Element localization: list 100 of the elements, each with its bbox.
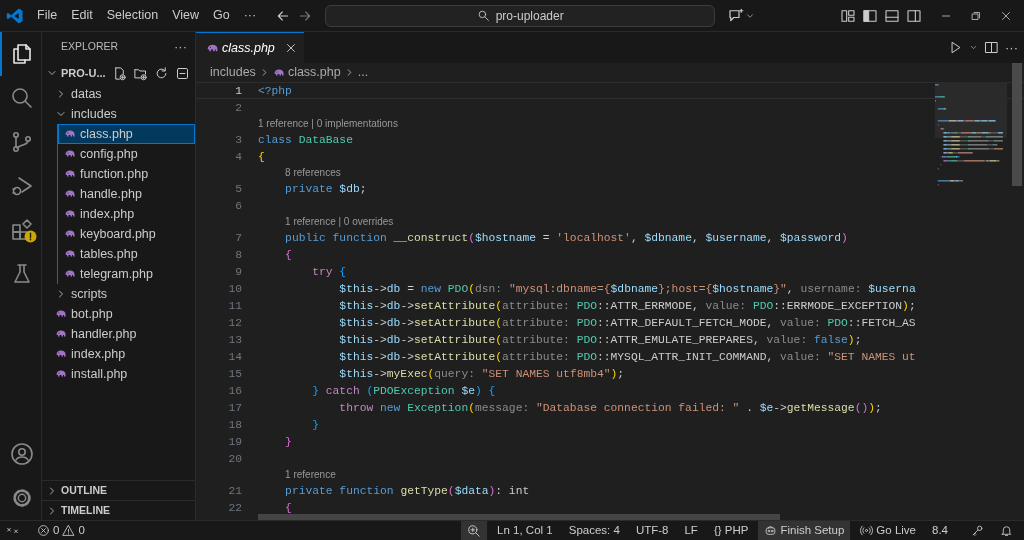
close-icon[interactable] <box>1000 9 1012 22</box>
section-header[interactable]: OUTLINE <box>42 480 195 500</box>
tree-item[interactable]: scripts <box>42 284 195 304</box>
play-bug-icon <box>10 174 34 198</box>
code-line: public function __construct($hostname = 'localhost', $dbname, $username, $password) <box>284 231 848 245</box>
code-line: class DataBase <box>258 133 353 147</box>
breadcrumb[interactable]: ... <box>357 63 369 82</box>
line-number: 5 <box>234 182 242 196</box>
warning-icon <box>62 524 76 537</box>
tree-item[interactable]: config.php <box>58 144 195 164</box>
elephant-icon <box>55 308 67 320</box>
branch-icon <box>10 130 34 154</box>
tree-item[interactable]: bot.php <box>42 304 195 324</box>
line-number: 10 <box>227 282 242 296</box>
status-item[interactable]: Finish Setup <box>758 521 851 540</box>
warning-badge-icon <box>24 230 37 243</box>
tree-item[interactable]: handler.php <box>42 324 195 344</box>
line-number: 20 <box>227 452 242 466</box>
collapse-all-icon[interactable] <box>174 65 190 81</box>
code-lens[interactable]: 1 reference <box>285 469 336 480</box>
elephant-icon <box>64 208 76 220</box>
code-lens[interactable]: 1 reference | 0 implementations <box>258 118 398 129</box>
code-line: { <box>284 501 292 515</box>
status-item[interactable]: {} PHP <box>707 521 755 540</box>
elephant-icon <box>55 348 67 360</box>
line-number: 9 <box>234 265 242 279</box>
line-number: 19 <box>227 435 242 449</box>
scrollbar-thumb[interactable] <box>258 514 780 520</box>
status-item[interactable]: UTF-8 <box>629 521 675 540</box>
status-item[interactable]: 8.4 <box>926 521 954 540</box>
tree-item[interactable]: function.php <box>58 164 195 184</box>
code-line: { <box>258 150 265 164</box>
sidebar-title: EXPLORER <box>61 39 119 55</box>
restore-icon[interactable] <box>970 9 982 22</box>
key-icon <box>971 524 984 537</box>
breadcrumb[interactable]: class.php <box>272 63 341 82</box>
status-item[interactable]: Ln 1, Col 1 <box>491 521 559 540</box>
code-line: $this->db->setAttribute(attribute: PDO::ATTR_ERRMODE, value: PDO::ERRMODE_EXCEPTION); <box>338 299 916 313</box>
code-lens[interactable]: 8 references <box>285 167 341 178</box>
sidebar-toggle-icon[interactable] <box>862 7 878 24</box>
elephant-icon <box>64 248 76 260</box>
line-number: 6 <box>234 199 242 213</box>
zoom-in-icon <box>467 523 482 538</box>
menu-item[interactable]: File <box>30 4 65 27</box>
menu-item[interactable]: View <box>165 4 206 27</box>
code-lens[interactable]: 1 reference | 0 overrides <box>285 216 394 227</box>
line-number: 8 <box>234 248 242 262</box>
search-icon <box>10 86 34 110</box>
editor-tab[interactable]: class.php <box>196 32 304 63</box>
line-number: 12 <box>227 316 242 330</box>
line-number: 4 <box>234 150 242 164</box>
more-button[interactable]: ··· <box>1005 37 1018 58</box>
menu-item[interactable]: Edit <box>64 4 100 27</box>
elephant-icon <box>64 168 76 180</box>
tree-item[interactable]: class.php <box>58 124 195 144</box>
account-icon <box>10 442 34 466</box>
status-item[interactable]: LF <box>678 521 704 540</box>
menu-item[interactable]: Selection <box>99 4 166 27</box>
problems-button[interactable]: 0 0 <box>31 521 91 540</box>
menu-item[interactable]: Go <box>206 4 237 27</box>
panel-toggle-icon[interactable] <box>884 7 900 24</box>
split-editor-icon[interactable] <box>984 40 999 55</box>
folder-header[interactable]: PRO-U... <box>46 64 106 82</box>
tree-item[interactable]: index.php <box>42 344 195 364</box>
more-button[interactable]: ··· <box>174 37 187 57</box>
layout-icon[interactable] <box>840 7 856 24</box>
code-line: <?php <box>258 84 292 98</box>
elephant-icon <box>64 268 76 280</box>
status-item[interactable]: Go Live <box>854 521 922 540</box>
code-line: private $db; <box>284 182 367 196</box>
tree-item[interactable]: telegram.php <box>58 264 195 284</box>
broadcast-icon <box>860 524 874 537</box>
caret-icon[interactable] <box>969 43 978 52</box>
error-icon <box>37 524 50 537</box>
code-line: } <box>311 418 319 432</box>
line-number: 13 <box>227 333 242 347</box>
breadcrumb[interactable]: includes <box>210 63 256 82</box>
tree-item[interactable]: datas <box>42 84 195 104</box>
line-number: 11 <box>227 299 242 313</box>
line-number: 1 <box>234 84 242 98</box>
tree-item[interactable]: handle.php <box>58 184 195 204</box>
scrollbar-thumb[interactable] <box>1012 63 1022 186</box>
bot-face-icon <box>764 524 778 537</box>
line-number: 18 <box>227 418 242 432</box>
code-line: throw new Exception(message: "Database connection failed: " . $e->getMessage()); <box>338 401 882 415</box>
more-button[interactable]: ··· <box>236 4 264 27</box>
secondary-sidebar-icon[interactable] <box>906 7 922 24</box>
bell-icon <box>1000 524 1013 537</box>
tree-item[interactable]: tables.php <box>58 244 195 264</box>
tree-item[interactable]: includes <box>42 104 195 124</box>
tree-item[interactable]: index.php <box>58 204 195 224</box>
tree-item[interactable]: install.php <box>42 364 195 384</box>
command-center-search[interactable]: pro-uploader <box>325 4 716 27</box>
zoom-button[interactable] <box>461 521 488 540</box>
tree-item[interactable]: keyboard.php <box>58 224 195 244</box>
line-number: 14 <box>227 350 242 364</box>
code-line: private function getType($data): int <box>284 484 530 498</box>
status-item[interactable]: Spaces: 4 <box>562 521 626 540</box>
search-icon <box>476 9 490 22</box>
elephant-icon <box>64 188 76 200</box>
